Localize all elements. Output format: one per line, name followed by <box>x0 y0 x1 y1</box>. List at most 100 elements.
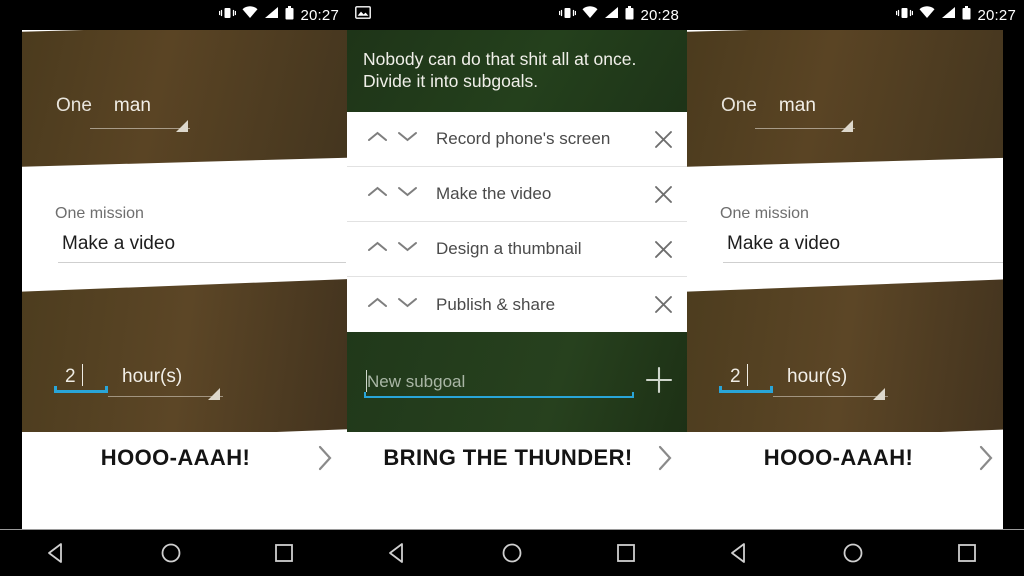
statusbar-time-right: 20:27 <box>977 6 1016 24</box>
close-icon[interactable] <box>639 184 687 205</box>
new-subgoal-input[interactable]: New subgoal <box>367 372 465 392</box>
recents-square-icon[interactable] <box>261 530 307 576</box>
decor-band-brown-top-right <box>687 20 1008 167</box>
cta-bar-left[interactable]: HOOO-AAAH! <box>22 432 347 484</box>
list-item[interactable]: Record phone's screen <box>347 112 687 167</box>
home-circle-icon[interactable] <box>489 530 535 576</box>
reorder-controls <box>367 296 418 314</box>
mission-input-rule <box>723 262 1008 263</box>
recents-square-icon[interactable] <box>603 530 649 576</box>
hours-unit-spinner-value[interactable]: hour(s) <box>787 366 847 388</box>
reorder-controls <box>367 130 418 148</box>
chevron-down-icon[interactable] <box>397 240 418 258</box>
one-label: One <box>721 95 757 116</box>
man-spinner-rule <box>90 128 190 129</box>
cta-label-right: HOOO-AAAH! <box>763 445 914 470</box>
decor-band-brown-bottom-right <box>687 275 1008 442</box>
list-item[interactable]: Design a thumbnail <box>347 222 687 277</box>
chevron-up-icon[interactable] <box>367 240 388 258</box>
close-icon[interactable] <box>639 129 687 150</box>
left-black-gutter <box>0 0 22 530</box>
man-spinner-dropdown-icon[interactable] <box>176 120 188 132</box>
battery-icon <box>625 5 634 25</box>
back-triangle-icon[interactable] <box>717 530 763 576</box>
statusbar-time-middle: 20:28 <box>640 6 679 24</box>
android-navbar <box>0 530 1024 576</box>
mission-input-rule <box>58 262 346 263</box>
statusbar-time-left: 20:27 <box>300 6 339 24</box>
cta-label-middle: BRING THE THUNDER! <box>383 445 633 470</box>
hours-unit-spinner-rule <box>773 396 888 397</box>
phone-panel-middle: Nobody can do that shit all at once. Divi… <box>347 0 687 530</box>
signal-icon <box>264 6 279 24</box>
battery-icon <box>962 5 971 25</box>
panel-middle-content: Nobody can do that shit all at once. Divi… <box>347 0 687 530</box>
hours-input-underline <box>719 386 773 393</box>
one-man-row: One man <box>56 95 151 117</box>
navbar-group-left <box>0 530 341 576</box>
man-spinner-value[interactable]: man <box>779 95 816 117</box>
list-item-label: Publish & share <box>436 294 556 314</box>
hours-unit-dropdown-icon[interactable] <box>873 388 885 400</box>
list-item-label: Design a thumbnail <box>436 239 582 258</box>
reorder-controls <box>367 240 418 258</box>
chevron-down-icon[interactable] <box>397 296 418 314</box>
screenshot-root: One man One mission Make a video 2 hour(… <box>0 0 1024 576</box>
one-label: One <box>56 95 92 116</box>
signal-icon <box>604 6 619 24</box>
hours-input-caret <box>747 364 748 386</box>
chevron-down-icon[interactable] <box>397 130 418 148</box>
man-spinner-rule <box>755 128 855 129</box>
man-spinner-dropdown-icon[interactable] <box>841 120 853 132</box>
mission-label: One mission <box>720 205 809 222</box>
chevron-right-icon[interactable] <box>643 445 687 471</box>
statusbar-left: 20:27 <box>0 0 347 30</box>
mission-input[interactable]: Make a video <box>62 233 175 255</box>
hours-unit-spinner-rule <box>108 396 223 397</box>
one-man-row: One man <box>721 95 816 117</box>
list-item-label: Record phone's screen <box>436 129 611 148</box>
decor-band-brown-top-left <box>22 20 347 167</box>
vibrate-icon <box>896 6 914 25</box>
list-item[interactable]: Publish & share <box>347 277 687 332</box>
hours-input[interactable]: 2 <box>730 366 741 388</box>
chevron-right-icon[interactable] <box>303 445 347 471</box>
mission-input[interactable]: Make a video <box>727 233 840 255</box>
hours-unit-dropdown-icon[interactable] <box>208 388 220 400</box>
close-icon[interactable] <box>639 239 687 260</box>
cta-bar-right[interactable]: HOOO-AAAH! <box>687 432 1008 484</box>
chevron-down-icon[interactable] <box>397 185 418 203</box>
hours-unit-spinner-value[interactable]: hour(s) <box>122 366 182 388</box>
screenshot-icon <box>355 6 371 24</box>
chevron-right-icon[interactable] <box>964 445 1008 471</box>
add-subgoal-button[interactable] <box>644 365 674 395</box>
close-icon[interactable] <box>639 294 687 315</box>
back-triangle-icon[interactable] <box>34 530 80 576</box>
panel-left-content: One man One mission Make a video 2 hour(… <box>22 0 347 530</box>
wifi-icon <box>242 6 258 24</box>
chevron-up-icon[interactable] <box>367 130 388 148</box>
home-circle-icon[interactable] <box>148 530 194 576</box>
mission-label: One mission <box>55 205 144 222</box>
chevron-up-icon[interactable] <box>367 185 388 203</box>
back-triangle-icon[interactable] <box>375 530 421 576</box>
reorder-controls <box>367 185 418 203</box>
home-circle-icon[interactable] <box>830 530 876 576</box>
list-item[interactable]: Make the video <box>347 167 687 222</box>
wifi-icon <box>919 6 935 24</box>
instruction-text: Nobody can do that shit all at once. Divi… <box>363 49 637 91</box>
battery-icon <box>285 5 294 25</box>
right-black-gutter <box>1003 0 1024 530</box>
recents-square-icon[interactable] <box>944 530 990 576</box>
man-spinner-value[interactable]: man <box>114 95 151 117</box>
phone-panel-left: One man One mission Make a video 2 hour(… <box>0 0 347 530</box>
cta-bar-middle[interactable]: BRING THE THUNDER! <box>347 432 687 484</box>
decor-band-brown-bottom-left <box>22 275 347 442</box>
hours-input-underline <box>54 386 108 393</box>
wifi-icon <box>582 6 598 24</box>
chevron-up-icon[interactable] <box>367 296 388 314</box>
panel-right-content: One man One mission Make a video 2 hour(… <box>687 0 1008 530</box>
subgoal-list: Record phone's screen Make the video Des… <box>347 112 687 332</box>
hours-input[interactable]: 2 <box>65 366 76 388</box>
statusbar-middle: 20:28 <box>347 0 687 30</box>
